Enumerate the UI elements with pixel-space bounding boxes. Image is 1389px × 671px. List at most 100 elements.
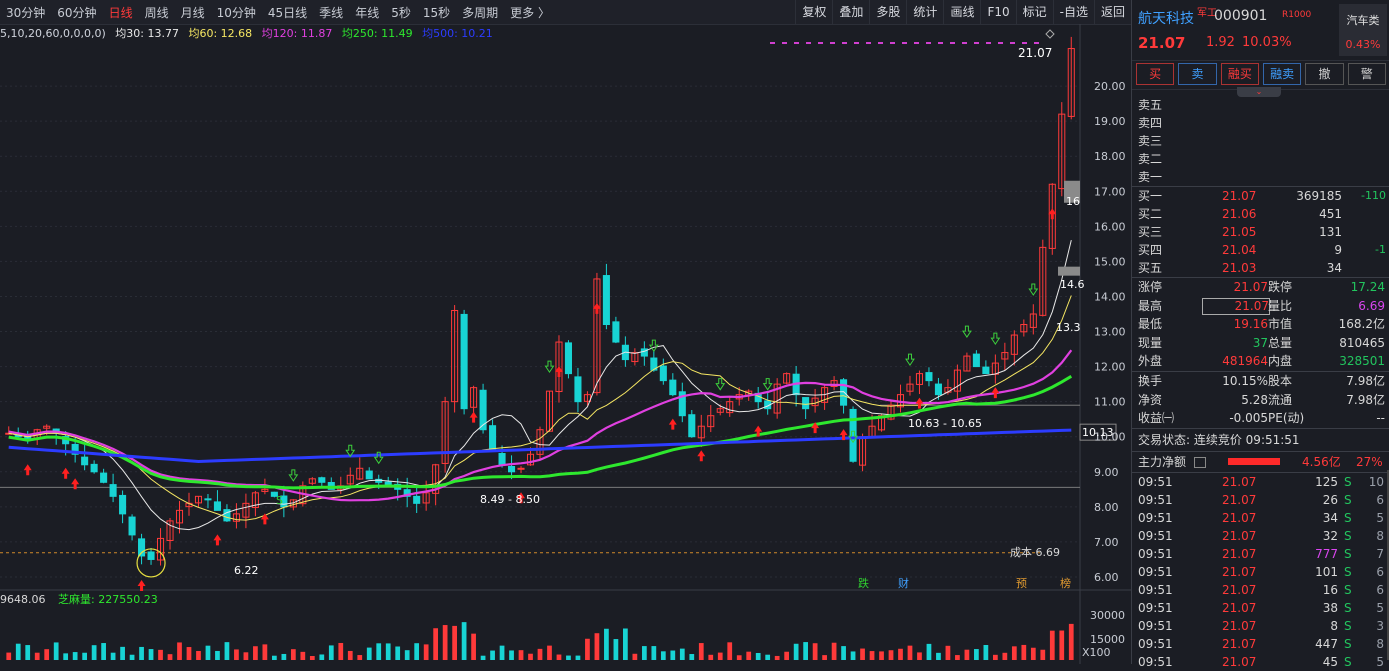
top-dot [830, 42, 835, 44]
stat-key: 跌停 [1268, 280, 1293, 294]
sell-button[interactable]: 卖 [1178, 63, 1217, 85]
candle-body [849, 408, 857, 462]
main-flow-row[interactable]: 主力净额 4.56亿 27% [1132, 452, 1389, 472]
stat-row: 外盘 481964 内盘 328501 [1132, 352, 1389, 371]
tool-button-0[interactable]: 复权 [795, 0, 832, 24]
stat-value: 19.16 [1233, 317, 1268, 332]
stat-key: 市值 [1268, 317, 1293, 332]
sell-arrow-icon [990, 332, 1001, 345]
ma60-line [8, 295, 1072, 521]
buy-arrow-icon [668, 418, 677, 430]
period-tab-2[interactable]: 日线 [103, 4, 139, 21]
tick-volume: 8 [1330, 618, 1338, 633]
alert-button[interactable]: 警 [1347, 63, 1386, 85]
candle-body [128, 516, 136, 536]
tool-button-4[interactable]: 画线 [943, 0, 980, 24]
bid-label: 买一 [1138, 189, 1163, 203]
period-tab-7[interactable]: 季线 [313, 4, 349, 21]
ask-row[interactable]: 卖三 [1132, 132, 1389, 150]
stat-row: 现量 37 总量 810465 [1132, 334, 1389, 353]
stock-code: 000901 [1214, 8, 1268, 24]
top-dot [866, 42, 871, 44]
tool-button-8[interactable]: 返回 [1093, 0, 1131, 24]
sector-box[interactable]: 汽车类 0.43% [1339, 4, 1387, 56]
tick-time: 09:51 [1138, 618, 1173, 633]
bid-row[interactable]: 买三 21.05 131 [1132, 223, 1389, 241]
period-tab-3[interactable]: 周线 [139, 4, 175, 21]
top-price-label: 21.07 [1018, 46, 1052, 60]
tick-price: 21.07 [1222, 654, 1257, 669]
ask-row[interactable]: 卖一 [1132, 168, 1389, 186]
bid-row[interactable]: 买二 21.06 451 [1132, 205, 1389, 223]
stat-key: 外盘 [1138, 354, 1163, 369]
y-axis-tick: 17.00 [1094, 185, 1126, 198]
candle-body [602, 275, 610, 326]
tick-side: S [1344, 582, 1352, 597]
stat-key: PE(动) [1268, 411, 1305, 426]
bid-volume: 451 [1319, 207, 1342, 221]
tool-button-2[interactable]: 多股 [869, 0, 906, 24]
tool-button-3[interactable]: 统计 [906, 0, 943, 24]
volume-axis-15000: 15000 [1090, 633, 1125, 646]
candle-body [365, 470, 373, 480]
ask-row[interactable]: 卖二 [1132, 150, 1389, 168]
volume-axis-unit: X100 [1082, 646, 1111, 659]
stat-key: 净资 [1138, 392, 1163, 407]
right-label-13: 13.3 [1056, 321, 1081, 334]
tick-side: S [1344, 618, 1352, 633]
bid-row[interactable]: 买四 21.04 9 -1 [1132, 241, 1389, 259]
candle-body [90, 463, 98, 473]
bid-delta: -1 [1375, 243, 1386, 256]
top-dot [794, 42, 799, 44]
period-tab-4[interactable]: 月线 [175, 4, 211, 21]
sector-pct: 0.43% [1345, 38, 1381, 51]
ask-row[interactable]: 卖四 [1132, 114, 1389, 132]
period-tab-1[interactable]: 60分钟 [51, 4, 102, 21]
margin-sell-button[interactable]: 融卖 [1262, 63, 1302, 85]
tool-button-6[interactable]: 标记 [1015, 0, 1053, 24]
buy-button[interactable]: 买 [1136, 63, 1175, 85]
period-tab-0[interactable]: 30分钟 [0, 4, 51, 21]
period-toolbar: 30分钟 60分钟 日线 周线 月线 10分钟 45日线 季线 年线 5秒 15秒 多周期 更多 〉 复权… [0, 0, 1131, 25]
tick-side: S [1344, 474, 1352, 489]
period-tab-6[interactable]: 45日线 [262, 4, 313, 21]
y-axis-tick: 20.00 [1094, 80, 1126, 93]
y-axis-tick: 13.00 [1094, 326, 1126, 339]
cancel-order-button[interactable]: 撤 [1305, 63, 1344, 85]
range-label-2: 10.63 - 10.65 [908, 417, 982, 430]
margin-buy-button[interactable]: 融买 [1220, 63, 1259, 85]
period-tab-8[interactable]: 年线 [349, 4, 385, 21]
bid-volume: 369185 [1296, 189, 1342, 203]
bid-volume: 131 [1319, 225, 1342, 239]
tick-time: 09:51 [1138, 474, 1173, 489]
candle-body [564, 342, 572, 375]
tick-row: 09:51 21.07 26 S 6 [1132, 491, 1389, 509]
stock-name[interactable]: 航天科技 [1138, 8, 1194, 28]
period-tab-9[interactable]: 5秒 [385, 4, 417, 21]
tick-count: 8 [1376, 636, 1384, 651]
kline-chart[interactable]: 20.00 19.00 18.00 17.00 16.00 15.00 14.00 13.00… [0, 24, 1131, 664]
stat-value: 328501 [1339, 354, 1385, 369]
period-tab-5[interactable]: 10分钟 [211, 4, 262, 21]
tool-button-7[interactable]: -自选 [1052, 0, 1094, 24]
bid-price: 21.07 [1222, 189, 1257, 203]
period-tab-11[interactable]: 多周期 [456, 4, 504, 21]
tool-button-5[interactable]: F10 [980, 0, 1015, 24]
cost-label: 成本 6.69 [1010, 545, 1060, 559]
period-tab-10[interactable]: 15秒 [417, 4, 456, 21]
period-tab-12[interactable]: 更多 〉 [504, 4, 556, 21]
ask-row[interactable]: 卖五 [1132, 96, 1389, 114]
y-axis-tick: 6.00 [1094, 571, 1119, 584]
ask-label: 卖二 [1138, 152, 1163, 166]
bid-row[interactable]: 买五 21.03 34 [1132, 259, 1389, 277]
stat-key: 换手 [1138, 373, 1163, 388]
list-icon[interactable] [1194, 456, 1206, 468]
stat-key: 内盘 [1268, 354, 1293, 369]
candle-body [413, 495, 421, 504]
last-price: 21.07 [1138, 34, 1186, 52]
tick-count: 6 [1376, 582, 1384, 597]
bid-row[interactable]: 买一 21.07 369185 -110 [1132, 187, 1389, 205]
tick-list[interactable]: 09:51 21.07 125 S 10 09:51 21.07 26 S 6 09:51 21.07… [1132, 473, 1389, 671]
tool-button-1[interactable]: 叠加 [832, 0, 869, 24]
tick-price: 21.07 [1222, 600, 1257, 615]
